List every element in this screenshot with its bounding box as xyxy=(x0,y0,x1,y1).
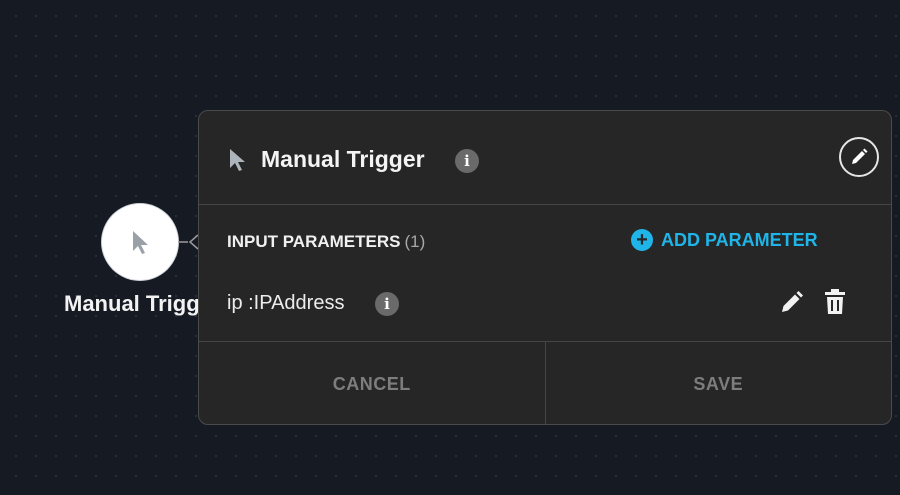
panel-footer: CANCEL SAVE xyxy=(199,341,892,424)
cursor-icon xyxy=(133,231,148,254)
panel-title: Manual Trigger xyxy=(261,146,425,172)
section-title-text: INPUT PARAMETERS xyxy=(227,232,401,251)
edit-trigger-button[interactable] xyxy=(839,137,879,177)
add-parameter-button[interactable]: + ADD PARAMETER xyxy=(631,229,818,251)
info-icon[interactable]: i xyxy=(375,292,399,316)
cursor-icon xyxy=(230,149,245,171)
pencil-icon xyxy=(852,148,868,164)
panel-header: Manual Trigger i xyxy=(199,111,891,205)
node-label: Manual Trigger xyxy=(64,291,200,316)
save-button[interactable]: SAVE xyxy=(546,342,892,424)
parameter-name: ip :IPAddress xyxy=(227,292,345,314)
trigger-config-panel: Manual Trigger i INPUT PARAMETERS (1) + A… xyxy=(198,110,892,425)
plus-circle-icon: + xyxy=(631,229,653,251)
node-connector xyxy=(178,234,199,250)
info-icon[interactable]: i xyxy=(455,149,479,173)
add-parameter-label: ADD PARAMETER xyxy=(661,229,818,250)
parameter-row: ip :IPAddress i xyxy=(199,279,891,329)
parameter-count: (1) xyxy=(404,232,426,251)
manual-trigger-node[interactable] xyxy=(102,204,178,280)
pencil-icon[interactable] xyxy=(779,289,805,315)
cancel-button[interactable]: CANCEL xyxy=(199,342,546,424)
trash-icon[interactable] xyxy=(823,288,847,316)
input-parameters-heading: INPUT PARAMETERS (1) xyxy=(227,232,425,252)
